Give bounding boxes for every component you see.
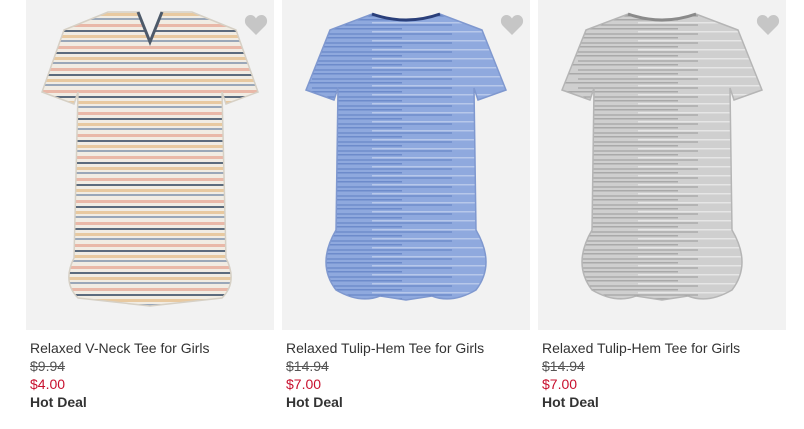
product-image[interactable] bbox=[26, 0, 274, 330]
product-name-link[interactable]: Relaxed Tulip-Hem Tee for Girls bbox=[542, 339, 782, 357]
product-info: Relaxed Tulip-Hem Tee for Girls $14.94 $… bbox=[542, 339, 782, 411]
v-neck-striped-tee-image bbox=[26, 0, 274, 330]
original-price: $9.94 bbox=[30, 358, 66, 374]
sale-price: $7.00 bbox=[542, 376, 578, 392]
sale-price: $4.00 bbox=[30, 376, 66, 392]
original-price: $14.94 bbox=[286, 358, 329, 374]
product-name-link[interactable]: Relaxed V-Neck Tee for Girls bbox=[30, 339, 270, 357]
product-card[interactable]: Relaxed Tulip-Hem Tee for Girls $14.94 $… bbox=[538, 0, 786, 429]
product-info: Relaxed V-Neck Tee for Girls $9.94 $4.00… bbox=[30, 339, 270, 411]
product-name-link[interactable]: Relaxed Tulip-Hem Tee for Girls bbox=[286, 339, 526, 357]
heart-icon[interactable] bbox=[500, 14, 524, 36]
product-image[interactable] bbox=[538, 0, 786, 330]
product-image[interactable] bbox=[282, 0, 530, 330]
product-grid: Relaxed V-Neck Tee for Girls $9.94 $4.00… bbox=[0, 0, 804, 429]
gray-tulip-hem-tee-image bbox=[538, 0, 786, 330]
sale-price: $7.00 bbox=[286, 376, 322, 392]
product-info: Relaxed Tulip-Hem Tee for Girls $14.94 $… bbox=[286, 339, 526, 411]
product-card[interactable]: Relaxed V-Neck Tee for Girls $9.94 $4.00… bbox=[26, 0, 274, 429]
heart-icon[interactable] bbox=[756, 14, 780, 36]
original-price: $14.94 bbox=[542, 358, 585, 374]
deal-badge: Hot Deal bbox=[30, 394, 87, 410]
deal-badge: Hot Deal bbox=[542, 394, 599, 410]
product-card[interactable]: Relaxed Tulip-Hem Tee for Girls $14.94 $… bbox=[282, 0, 530, 429]
deal-badge: Hot Deal bbox=[286, 394, 343, 410]
heart-icon[interactable] bbox=[244, 14, 268, 36]
blue-tulip-hem-tee-image bbox=[282, 0, 530, 330]
